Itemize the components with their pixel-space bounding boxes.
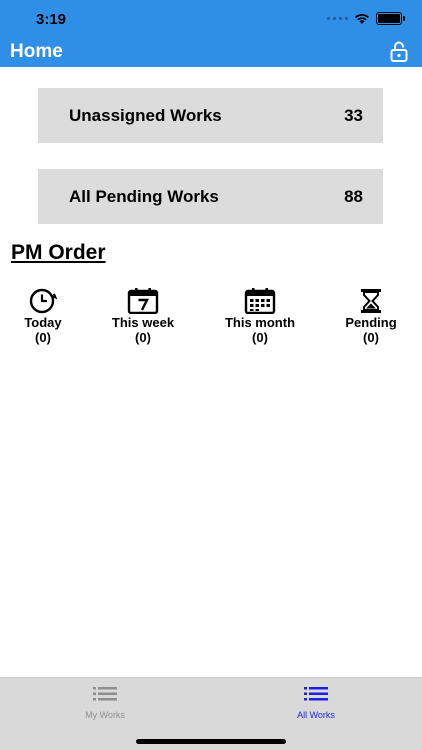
pm-pending[interactable]: Pending (0) bbox=[321, 288, 421, 345]
pm-item-count: (0) bbox=[135, 330, 151, 345]
lock-icon[interactable] bbox=[388, 40, 410, 62]
pm-item-label: Pending bbox=[345, 315, 397, 330]
battery-icon bbox=[376, 12, 405, 25]
section-title: PM Order bbox=[11, 241, 106, 264]
pm-this-month[interactable]: This month (0) bbox=[210, 288, 310, 345]
tab-my-works[interactable]: My Works bbox=[45, 686, 165, 720]
tab-label: My Works bbox=[85, 710, 125, 720]
card-label: Unassigned Works bbox=[69, 105, 222, 125]
card-count: 88 bbox=[344, 186, 363, 206]
pm-item-label: This month bbox=[224, 315, 296, 330]
home-indicator[interactable] bbox=[136, 739, 286, 744]
status-bar: 3:19 bbox=[0, 0, 422, 38]
signal-icon bbox=[327, 17, 348, 20]
calendar-week-icon bbox=[127, 288, 159, 314]
calendar-month-icon bbox=[244, 288, 276, 314]
pm-this-week[interactable]: This week (0) bbox=[93, 288, 193, 345]
card-count: 33 bbox=[344, 105, 363, 125]
pm-item-label: This week bbox=[111, 315, 175, 330]
pm-item-label: Today bbox=[24, 315, 62, 330]
pm-item-count: (0) bbox=[363, 330, 379, 345]
app-header: 3:19 Home bbox=[0, 0, 422, 67]
status-icons bbox=[327, 12, 405, 25]
card-label: All Pending Works bbox=[69, 186, 219, 206]
all-pending-works-card[interactable]: All Pending Works 88 bbox=[38, 169, 383, 224]
page-title: Home bbox=[10, 41, 63, 62]
clock-icon bbox=[29, 288, 58, 314]
wifi-icon bbox=[355, 13, 369, 24]
hourglass-icon bbox=[361, 289, 381, 313]
pm-item-count: (0) bbox=[35, 330, 51, 345]
tab-all-works[interactable]: All Works bbox=[256, 686, 376, 720]
status-time: 3:19 bbox=[36, 11, 67, 28]
pm-item-count: (0) bbox=[252, 330, 268, 345]
tab-label: All Works bbox=[297, 710, 335, 720]
list-icon bbox=[93, 687, 117, 701]
unassigned-works-card[interactable]: Unassigned Works 33 bbox=[38, 88, 383, 143]
pm-today[interactable]: Today (0) bbox=[0, 288, 93, 345]
list-icon bbox=[304, 687, 328, 701]
